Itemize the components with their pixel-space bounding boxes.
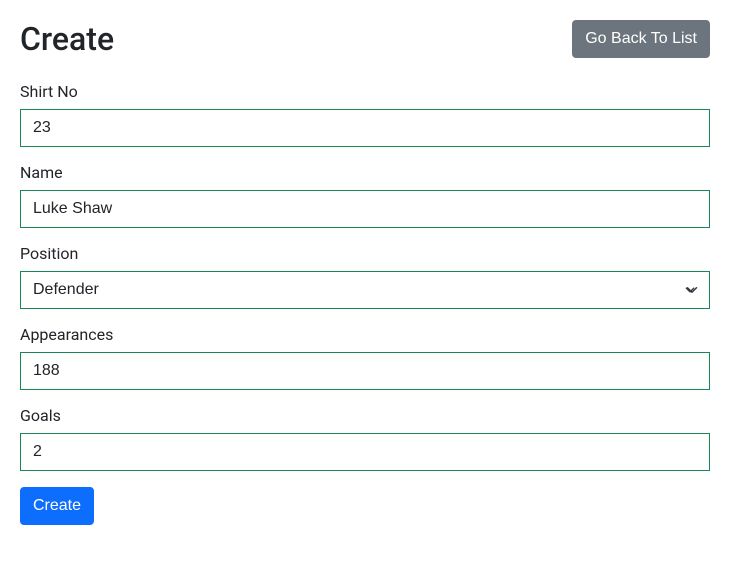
position-group: Position Defender	[20, 244, 710, 309]
position-label: Position	[20, 244, 710, 263]
goals-group: Goals	[20, 406, 710, 471]
appearances-group: Appearances	[20, 325, 710, 390]
header-row: Create Go Back To List	[20, 20, 710, 58]
goals-input[interactable]	[20, 433, 710, 471]
create-form: Shirt No Name Position Defender Appearan…	[20, 82, 710, 525]
submit-row: Create	[20, 487, 710, 525]
name-label: Name	[20, 163, 710, 182]
page-title: Create	[20, 20, 114, 58]
appearances-label: Appearances	[20, 325, 710, 344]
name-input[interactable]	[20, 190, 710, 228]
shirt-no-group: Shirt No	[20, 82, 710, 147]
go-back-to-list-button[interactable]: Go Back To List	[572, 20, 710, 58]
shirt-no-label: Shirt No	[20, 82, 710, 101]
create-button[interactable]: Create	[20, 487, 94, 525]
shirt-no-input[interactable]	[20, 109, 710, 147]
position-select[interactable]: Defender	[20, 271, 710, 309]
name-group: Name	[20, 163, 710, 228]
goals-label: Goals	[20, 406, 710, 425]
position-select-wrap: Defender	[20, 271, 710, 309]
appearances-input[interactable]	[20, 352, 710, 390]
